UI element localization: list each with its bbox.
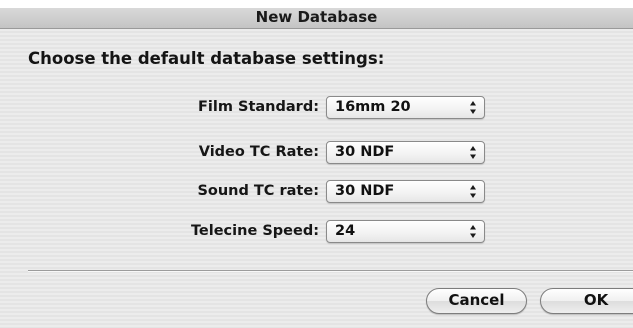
telecine-speed-popup[interactable]: 24 xyxy=(326,220,485,243)
video-tc-rate-popup[interactable]: 30 NDF xyxy=(326,141,485,164)
video-tc-rate-row: Video TC Rate: 30 NDF xyxy=(0,141,633,165)
window-title: New Database xyxy=(255,8,378,26)
film-standard-value: 16mm 20 xyxy=(335,99,411,115)
dialog-divider xyxy=(28,270,633,272)
dialog-sheet xyxy=(0,29,633,328)
up-down-arrows-icon xyxy=(469,100,477,115)
telecine-speed-label: Telecine Speed: xyxy=(190,223,319,239)
cancel-button[interactable]: Cancel xyxy=(426,288,527,314)
up-down-arrows-icon xyxy=(469,145,477,160)
sound-tc-rate-row: Sound TC rate: 30 NDF xyxy=(0,180,633,204)
film-standard-popup[interactable]: 16mm 20 xyxy=(326,96,485,119)
up-down-arrows-icon xyxy=(469,184,477,199)
new-database-dialog: New Database Choose the default database… xyxy=(0,0,633,328)
film-standard-row: Film Standard: 16mm 20 xyxy=(0,96,633,120)
film-standard-label: Film Standard: xyxy=(198,99,319,115)
sound-tc-rate-label: Sound TC rate: xyxy=(197,183,319,199)
sound-tc-rate-value: 30 NDF xyxy=(335,183,395,199)
sound-tc-rate-popup[interactable]: 30 NDF xyxy=(326,180,485,203)
video-tc-rate-label: Video TC Rate: xyxy=(198,144,319,160)
cropped-top-strip xyxy=(0,0,633,8)
dialog-heading: Choose the default database settings: xyxy=(28,49,385,68)
telecine-speed-row: Telecine Speed: 24 xyxy=(0,220,633,244)
video-tc-rate-value: 30 NDF xyxy=(335,144,395,160)
window-titlebar: New Database xyxy=(0,8,633,29)
up-down-arrows-icon xyxy=(469,224,477,239)
ok-button[interactable]: OK xyxy=(540,288,633,314)
telecine-speed-value: 24 xyxy=(335,223,356,239)
